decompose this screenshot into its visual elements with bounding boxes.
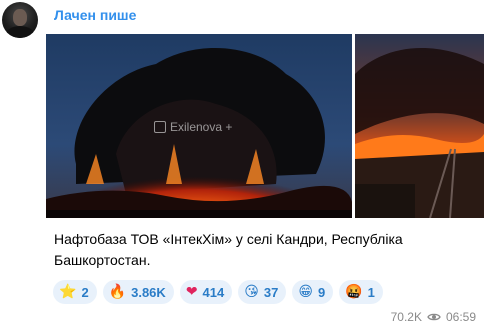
channel-avatar[interactable]	[2, 2, 38, 38]
heart-icon: ❤	[185, 284, 198, 300]
watermark-icon	[154, 121, 166, 133]
photo-fire-railway[interactable]	[355, 34, 484, 218]
eye-icon	[427, 313, 441, 321]
reaction-kiss[interactable]: 😘 37	[238, 280, 287, 304]
kiss-icon: 😘	[244, 284, 259, 300]
message-meta: 70.2K 06:59	[391, 310, 476, 324]
fire-icon: 🔥	[108, 284, 127, 300]
watermark-text: Exilenova +	[170, 120, 233, 134]
reaction-count: 414	[202, 284, 225, 300]
star-icon: ⭐	[59, 284, 77, 300]
photo-fire-wide[interactable]: Exilenova +	[46, 34, 352, 218]
reaction-angry[interactable]: 🤬 1	[339, 280, 383, 304]
reaction-fire[interactable]: 🔥 3.86K	[102, 280, 174, 304]
reactions-bar: ⭐ 2 🔥 3.86K ❤ 414 😘 37 😁 9 🤬 1	[53, 280, 383, 304]
view-count: 70.2K	[390, 310, 422, 324]
reaction-grin[interactable]: 😁 9	[292, 280, 334, 304]
reaction-heart[interactable]: ❤ 414	[179, 280, 233, 304]
railway-photo-image	[355, 34, 484, 218]
reaction-count: 9	[317, 284, 326, 300]
reaction-star[interactable]: ⭐ 2	[53, 280, 97, 304]
grin-icon: 😁	[298, 284, 313, 300]
reaction-count: 37	[263, 284, 279, 300]
reaction-count: 3.86K	[131, 284, 166, 300]
watermark: Exilenova +	[154, 120, 232, 134]
post-text: Нафтобаза ТОВ «ІнтекХім» у селі Кандри, …	[54, 231, 403, 268]
author-name[interactable]: Лачен пише	[54, 7, 136, 23]
message-time: 06:59	[445, 310, 476, 324]
angry-icon: 🤬	[345, 284, 363, 300]
reaction-count: 1	[367, 284, 375, 300]
message-bubble: Лачен пише Exilenova + Нафтобаза ТОВ «Ін…	[45, 0, 488, 327]
avatar-face	[13, 9, 27, 26]
reaction-count: 2	[81, 284, 89, 300]
avatar-shoulders	[5, 26, 35, 38]
